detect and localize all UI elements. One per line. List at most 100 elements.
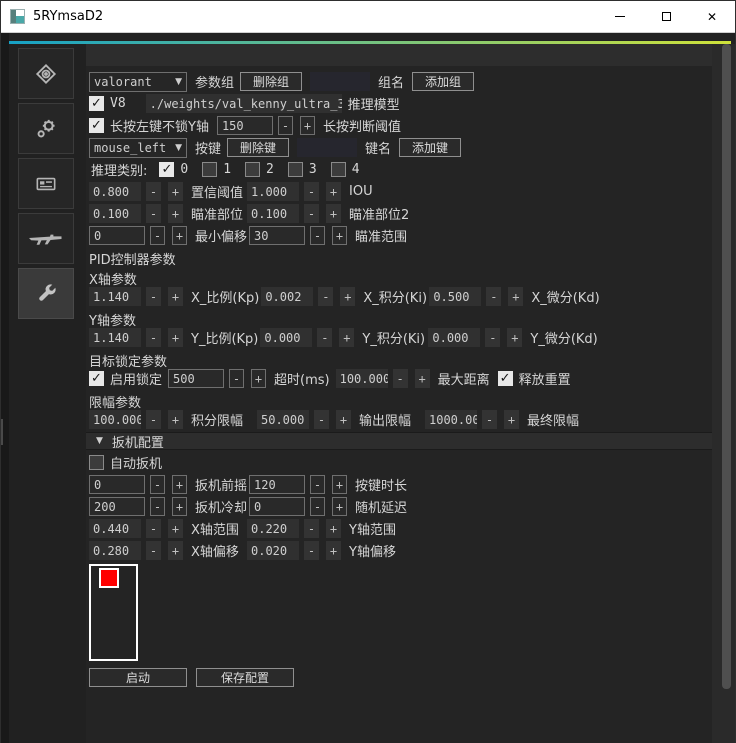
max-distance-input[interactable] [336,369,388,388]
key-name-input[interactable] [297,138,357,157]
y-ki-minus-button[interactable]: - [317,328,332,347]
model-enabled-checkbox[interactable]: ✓ [89,96,104,111]
sidebar-item-weapon[interactable] [18,213,74,264]
confidence-plus-button[interactable]: + [168,182,183,201]
class-3-checkbox[interactable] [288,162,303,177]
trigger-cooldown-input[interactable] [89,497,145,516]
y-offset-plus-button[interactable]: + [326,541,341,560]
y-kd-input[interactable] [428,328,480,347]
group-select[interactable]: valorant ▼ [89,72,187,92]
close-button[interactable]: ✕ [689,1,735,32]
y-ki-plus-button[interactable]: + [339,328,354,347]
x-offset-input[interactable] [89,541,141,560]
x-range-input[interactable] [89,519,141,538]
x-ki-minus-button[interactable]: - [318,287,333,306]
x-offset-plus-button[interactable]: + [168,541,183,560]
timeout-plus-button[interactable]: + [251,369,266,388]
trigger-cooldown-minus-button[interactable]: - [150,497,165,516]
longpress-threshold-input[interactable] [217,116,273,135]
left-edge-handle[interactable] [1,419,3,445]
press-duration-input[interactable] [249,475,305,494]
integral-limit-input[interactable] [89,410,141,429]
y-kp-minus-button[interactable]: - [146,328,161,347]
final-limit-minus-button[interactable]: - [482,410,497,429]
press-duration-minus-button[interactable]: - [310,475,325,494]
class-2-checkbox[interactable] [245,162,260,177]
x-kd-minus-button[interactable]: - [486,287,501,306]
x-ki-input[interactable] [261,287,313,306]
y-kp-input[interactable] [89,328,141,347]
maximize-button[interactable] [643,1,689,32]
output-limit-minus-button[interactable]: - [314,410,329,429]
y-offset-minus-button[interactable]: - [304,541,319,560]
release-reset-checkbox[interactable]: ✓ [498,371,513,386]
model-path-input[interactable] [146,94,342,113]
random-delay-input[interactable] [249,497,305,516]
x-kp-input[interactable] [89,287,141,306]
x-offset-minus-button[interactable]: - [146,541,161,560]
scrollbar[interactable] [712,44,735,743]
aim-part2-plus-button[interactable]: + [326,204,341,223]
min-offset-minus-button[interactable]: - [150,226,165,245]
min-offset-input[interactable] [89,226,145,245]
aim-range-input[interactable] [249,226,305,245]
add-group-button[interactable]: 添加组 [412,72,474,91]
aim-part2-input[interactable] [247,204,299,223]
integral-limit-plus-button[interactable]: + [168,410,183,429]
trigger-windup-input[interactable] [89,475,145,494]
aim-part-plus-button[interactable]: + [168,204,183,223]
trigger-windup-plus-button[interactable]: + [172,475,187,494]
group-name-input[interactable] [310,72,370,91]
start-button[interactable]: 启动 [89,668,187,687]
final-limit-input[interactable] [425,410,477,429]
sidebar-item-display[interactable] [18,158,74,209]
aim-part-minus-button[interactable]: - [146,204,161,223]
confidence-minus-button[interactable]: - [146,182,161,201]
x-range-minus-button[interactable]: - [146,519,161,538]
max-distance-minus-button[interactable]: - [393,369,408,388]
longpress-checkbox[interactable]: ✓ [89,118,104,133]
key-select[interactable]: mouse_left ▼ [89,138,187,158]
class-1-checkbox[interactable] [202,162,217,177]
integral-limit-minus-button[interactable]: - [146,410,161,429]
add-key-button[interactable]: 添加键 [399,138,461,157]
trigger-section-header[interactable]: ▼ 扳机配置 [86,432,714,450]
output-limit-plus-button[interactable]: + [336,410,351,429]
min-offset-plus-button[interactable]: + [172,226,187,245]
confidence-input[interactable] [89,182,141,201]
timeout-input[interactable] [168,369,224,388]
x-kp-plus-button[interactable]: + [168,287,183,306]
sidebar-item-tools[interactable] [18,268,74,319]
trigger-cooldown-plus-button[interactable]: + [172,497,187,516]
iou-plus-button[interactable]: + [326,182,341,201]
max-distance-plus-button[interactable]: + [415,369,430,388]
aim-part-input[interactable] [89,204,141,223]
y-kp-plus-button[interactable]: + [168,328,183,347]
longpress-plus-button[interactable]: + [300,116,315,135]
iou-minus-button[interactable]: - [304,182,319,201]
y-kd-plus-button[interactable]: + [507,328,522,347]
x-kp-minus-button[interactable]: - [146,287,161,306]
y-range-plus-button[interactable]: + [326,519,341,538]
save-config-button[interactable]: 保存配置 [196,668,294,687]
class-4-checkbox[interactable] [331,162,346,177]
timeout-minus-button[interactable]: - [229,369,244,388]
y-range-minus-button[interactable]: - [304,519,319,538]
aim-part2-minus-button[interactable]: - [304,204,319,223]
lock-enable-checkbox[interactable]: ✓ [89,371,104,386]
x-range-plus-button[interactable]: + [168,519,183,538]
class-0-checkbox[interactable]: ✓ [159,162,174,177]
sidebar-item-settings[interactable] [18,103,74,154]
aim-range-minus-button[interactable]: - [310,226,325,245]
x-kd-plus-button[interactable]: + [508,287,523,306]
final-limit-plus-button[interactable]: + [504,410,519,429]
y-kd-minus-button[interactable]: - [485,328,500,347]
minimize-button[interactable] [597,1,643,32]
y-ki-input[interactable] [260,328,312,347]
scrollbar-thumb[interactable] [722,44,731,689]
press-duration-plus-button[interactable]: + [332,475,347,494]
x-kd-input[interactable] [429,287,481,306]
y-range-input[interactable] [247,519,299,538]
aim-range-plus-button[interactable]: + [332,226,347,245]
delete-group-button[interactable]: 删除组 [240,72,302,91]
